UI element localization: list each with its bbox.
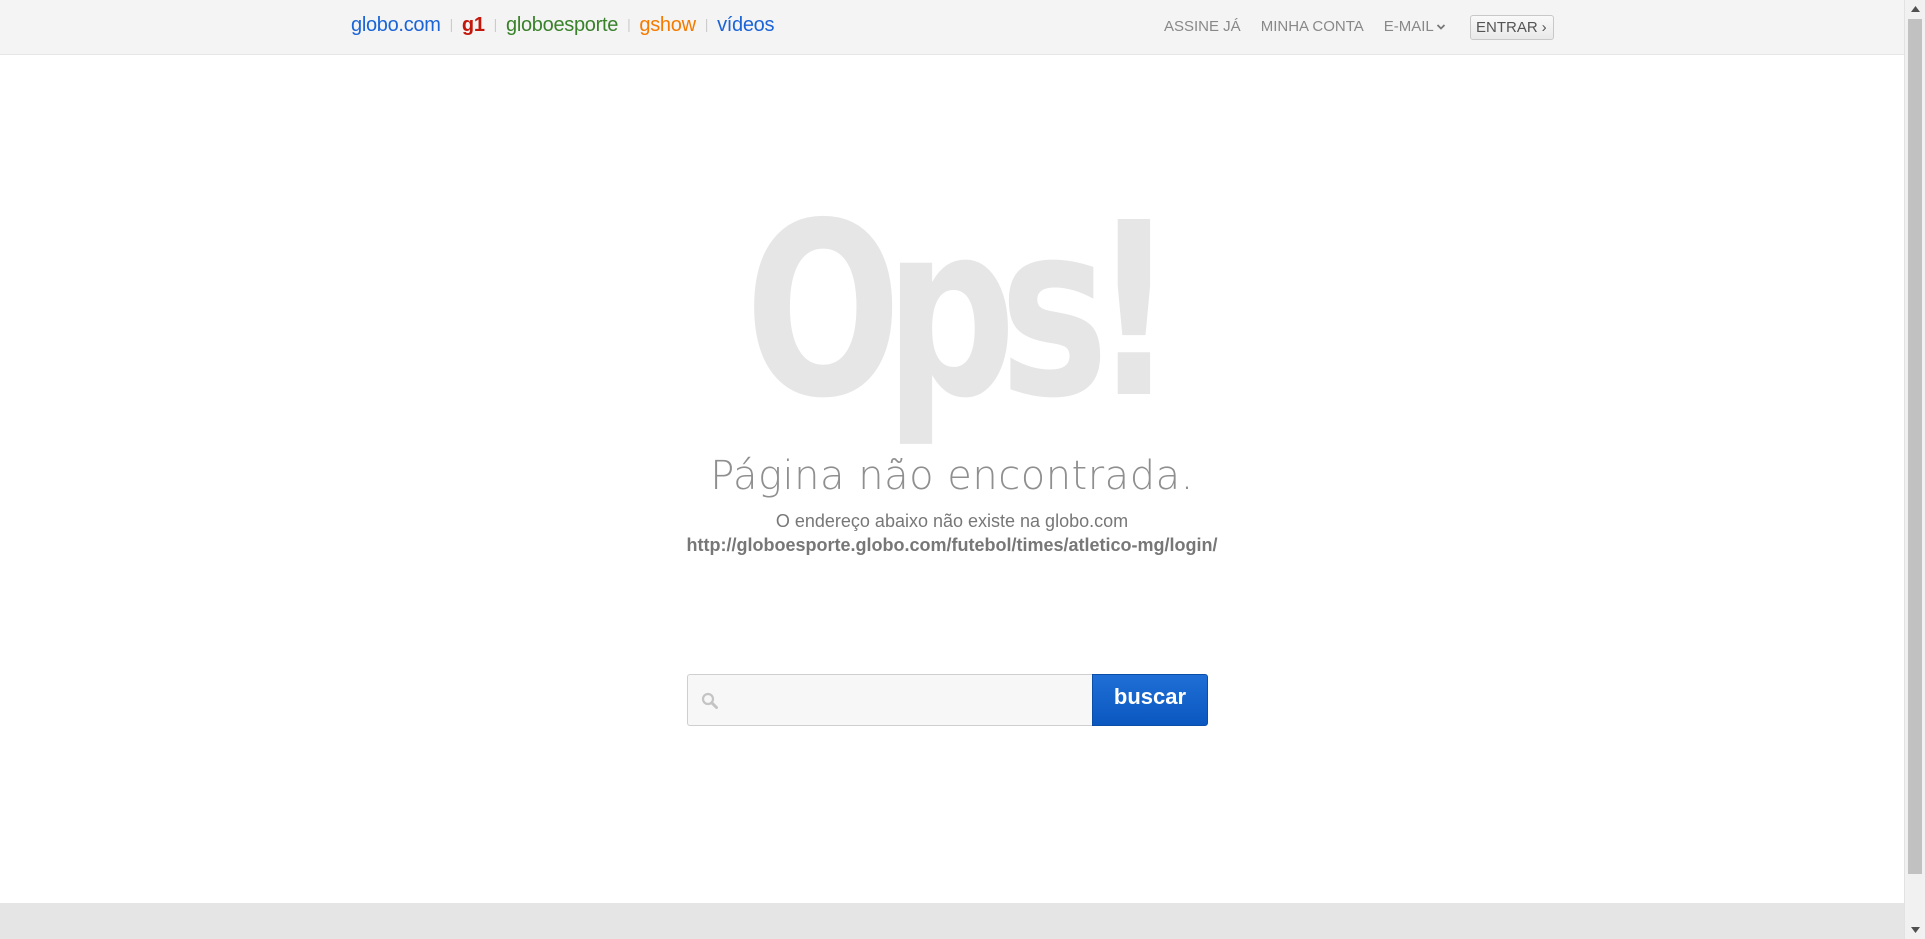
brand-link-globoesporte[interactable]: globoesporte [506, 14, 618, 37]
chevron-right-icon: › [1541, 19, 1547, 36]
search-button[interactable]: buscar [1092, 674, 1208, 726]
ops-graphic: Ops! [745, 210, 1165, 450]
brand-separator: | [704, 16, 709, 32]
top-bar: globo.com | g1 | globoesporte | gshow | … [0, 0, 1904, 55]
brand-link-g1[interactable]: g1 [462, 14, 485, 37]
page: globo.com | g1 | globoesporte | gshow | … [0, 0, 1925, 939]
search-box [687, 674, 1092, 727]
footer-strip [0, 903, 1904, 939]
chevron-down-icon [1436, 23, 1445, 30]
login-button-label: ENTRAR [1476, 19, 1538, 36]
brand-link-gshow[interactable]: gshow [639, 14, 696, 37]
magnifier-icon [701, 692, 718, 709]
triangle-up-icon [1910, 6, 1920, 12]
brand-separator: | [627, 16, 631, 32]
scroll-up-button[interactable] [1905, 0, 1925, 18]
email-dropdown[interactable]: E-MAIL [1384, 18, 1446, 35]
my-account-link[interactable]: MINHA CONTA [1261, 18, 1364, 35]
brand-link-videos[interactable]: vídeos [717, 14, 774, 37]
page-title: Página não encontrada. [710, 453, 1194, 499]
scroll-thumb[interactable] [1908, 19, 1922, 874]
brand-link-globo[interactable]: globo.com [351, 14, 441, 37]
subscribe-link[interactable]: ASSINE JÁ [1164, 18, 1241, 35]
brand-links: globo.com | g1 | globoesporte | gshow | … [351, 14, 775, 37]
brand-separator: | [449, 16, 454, 32]
ops-graphic-text: Ops! [745, 210, 1159, 450]
search-input[interactable] [728, 675, 1087, 727]
requested-url: http://globoesporte.globo.com/futebol/ti… [686, 535, 1218, 555]
login-button[interactable]: ENTRAR › [1470, 15, 1554, 40]
triangle-down-icon [1910, 927, 1920, 933]
vertical-scrollbar[interactable] [1904, 0, 1925, 939]
email-link-label: E-MAIL [1383, 18, 1434, 35]
search-form: buscar [687, 674, 1208, 727]
brand-separator: | [493, 16, 498, 32]
error-subtitle: O endereço abaixo não existe na globo.co… [775, 511, 1129, 531]
scroll-down-button[interactable] [1905, 921, 1925, 939]
